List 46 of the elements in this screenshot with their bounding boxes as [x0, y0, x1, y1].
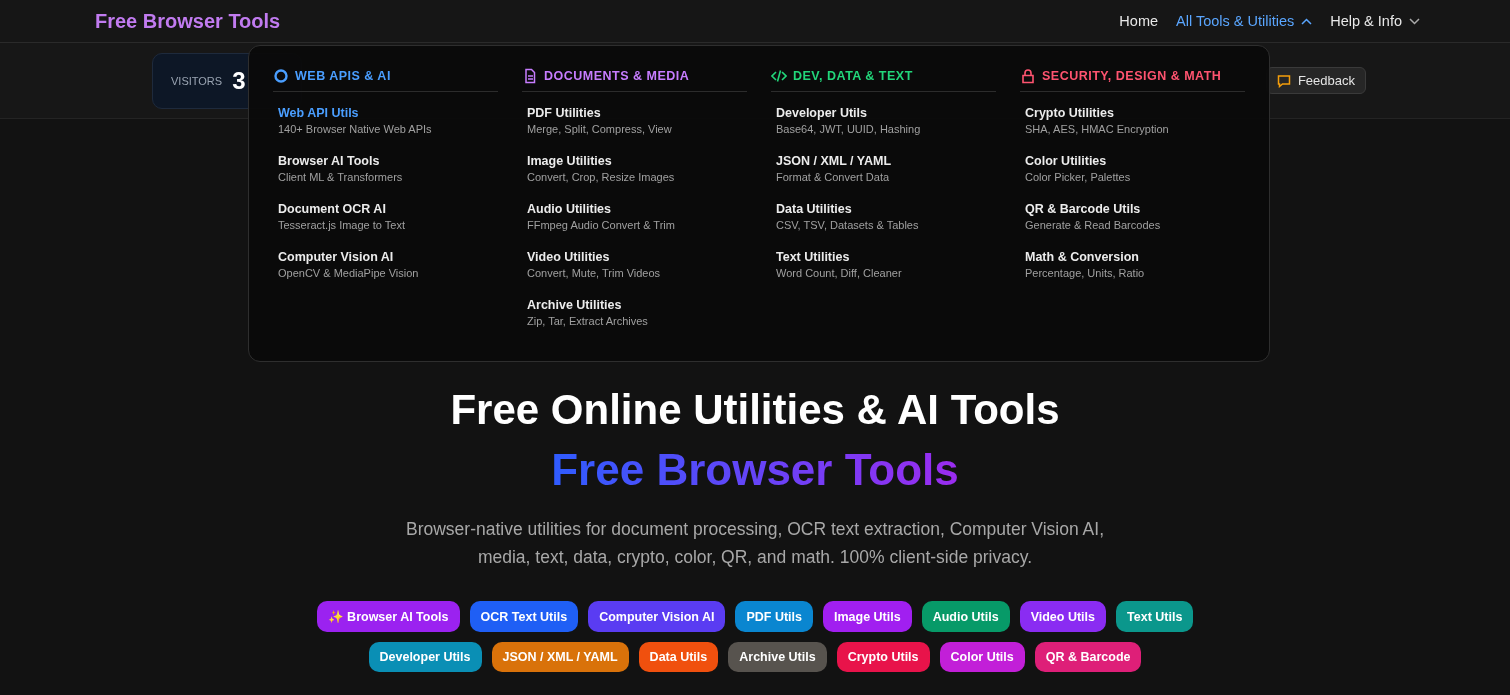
section-heading: SECURITY, DESIGN & MATH	[1042, 69, 1222, 83]
category-tag[interactable]: QR & Barcode	[1034, 642, 1142, 672]
chat-icon	[1276, 73, 1291, 88]
nav-link[interactable]: Help & Info	[1330, 13, 1420, 29]
chevron-icon	[1409, 17, 1420, 25]
menu-item[interactable]: Web API Utils 140+ Browser Native Web APIs	[273, 102, 498, 139]
menu-item[interactable]: Computer Vision AI OpenCV & MediaPipe Vision	[273, 246, 498, 283]
menu-item[interactable]: Text Utilities Word Count, Diff, Cleaner	[771, 246, 996, 283]
menu-item[interactable]: Crypto Utilities SHA, AES, HMAC Encryption	[1020, 102, 1245, 139]
category-tag[interactable]: OCR Text Utils	[469, 601, 579, 632]
menu-item[interactable]: Developer Utils Base64, JWT, UUID, Hashing	[771, 102, 996, 139]
menu-item[interactable]: Browser AI Tools Client ML & Transformers	[273, 150, 498, 187]
site-logo[interactable]: Free Browser Tools	[95, 9, 281, 33]
menu-item[interactable]: Data Utilities CSV, TSV, Datasets & Tables	[771, 198, 996, 235]
category-tag[interactable]: Developer Utils	[368, 642, 482, 672]
menu-item[interactable]: Color Utilities Color Picker, Palettes	[1020, 150, 1245, 187]
category-tag[interactable]: PDF Utils	[735, 601, 813, 632]
menu-item[interactable]: PDF Utilities Merge, Split, Compress, View	[522, 102, 747, 139]
menu-item[interactable]: JSON / XML / YAML Format & Convert Data	[771, 150, 996, 187]
menu-item[interactable]: Archive Utilities Zip, Tar, Extract Archives	[522, 294, 747, 331]
section-heading: DEV, DATA & TEXT	[793, 69, 913, 83]
section-heading: DOCUMENTS & MEDIA	[544, 69, 690, 83]
nav-link[interactable]: Home	[1119, 13, 1159, 29]
stat-label: VISITORS	[171, 74, 223, 87]
category-tag[interactable]: Computer Vision AI	[588, 601, 726, 632]
category-tag[interactable]: Video Utils	[1019, 601, 1106, 632]
category-tag[interactable]: Audio Utils	[921, 601, 1010, 632]
category-tag[interactable]: Image Utils	[823, 601, 912, 632]
nav-link[interactable]: All Tools & Utilities	[1176, 13, 1313, 29]
category-tag[interactable]: Crypto Utils	[836, 642, 930, 672]
chevron-icon	[1301, 17, 1313, 25]
menu-item[interactable]: Image Utilities Convert, Crop, Resize Images	[522, 150, 747, 187]
menu-item[interactable]: Document OCR AI Tesseract.js Image to Text	[273, 198, 498, 235]
stat-value: 3	[232, 66, 246, 95]
menu-item[interactable]: Video Utilities Convert, Mute, Trim Videos	[522, 246, 747, 283]
category-tag[interactable]: Text Utils	[1116, 601, 1194, 632]
category-tag[interactable]: Color Utils	[939, 642, 1025, 672]
category-tag[interactable]: Data Utils	[638, 642, 719, 672]
category-tag[interactable]: Archive Utils	[728, 642, 827, 672]
menu-item[interactable]: Audio Utilities FFmpeg Audio Convert & Trim	[522, 198, 747, 235]
hero-description: Browser-native utilities for document processing, OCR text extraction, Computer Vision AI, media, text, data, crypto, color, QR, and math. 100% client-side privacy.	[405, 518, 1105, 569]
section-heading: WEB APIS & AI	[295, 69, 391, 83]
menu-item[interactable]: Math & Conversion Percentage, Units, Ratio	[1020, 246, 1245, 283]
menu-item[interactable]: QR & Barcode Utils Generate & Read Barcodes	[1020, 198, 1245, 235]
category-tag[interactable]: ✨ Browser AI Tools	[316, 601, 460, 632]
hero-title: Free Online Utilities & AI Tools	[450, 385, 1060, 435]
